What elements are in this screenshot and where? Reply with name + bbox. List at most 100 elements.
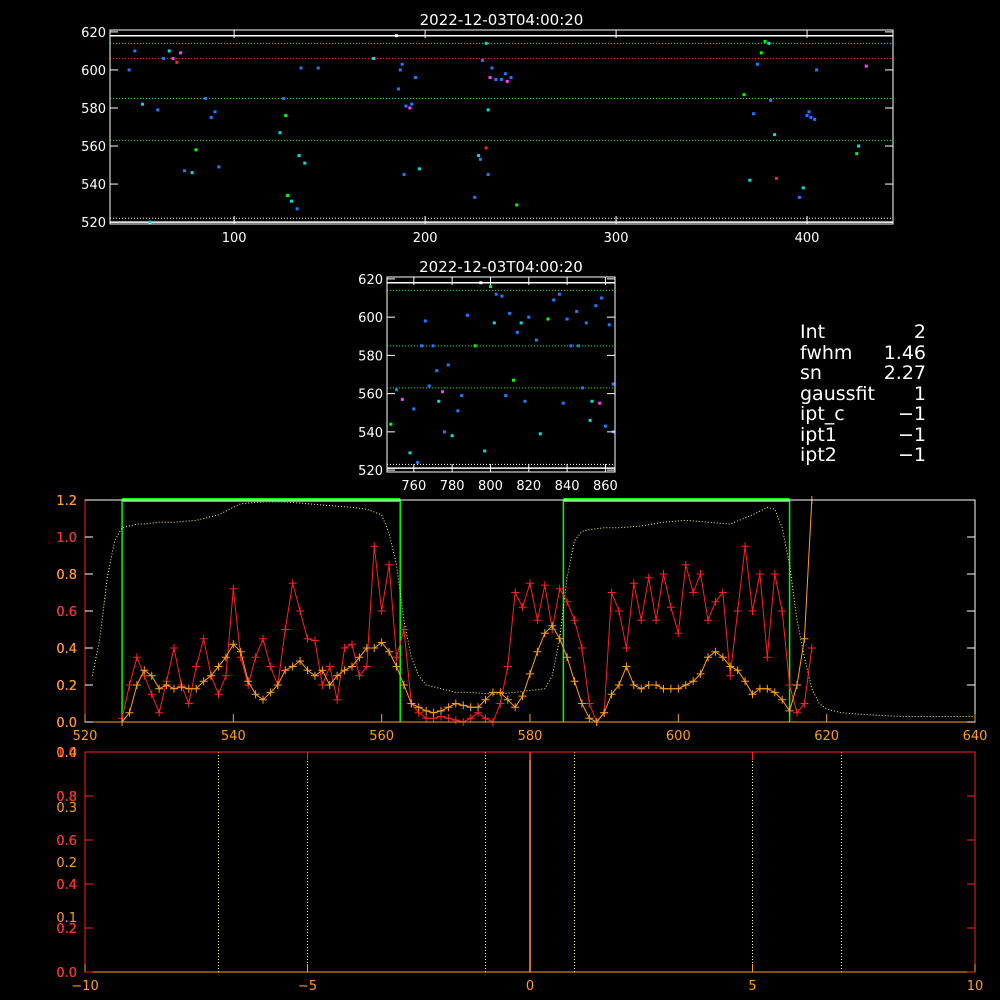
info-row-sn: sn 2.27: [800, 363, 926, 384]
red-series-point: [125, 681, 134, 689]
scatter-point: [864, 64, 868, 68]
orange-series-point: [310, 671, 319, 680]
scatter-point: [414, 76, 418, 80]
x-tick-label: 640: [963, 729, 988, 744]
scatter-point: [213, 110, 217, 114]
orange-series-point: [155, 684, 164, 693]
fit-info-panel: Int 2 fwhm 1.46 sn 2.27 gaussfit 1 ipt_c −1 i…: [800, 322, 926, 466]
orange-series-point: [251, 690, 260, 699]
info-key: ipt_c: [800, 403, 845, 425]
scatter-point: [217, 165, 221, 169]
scatter-point: [442, 430, 446, 434]
red-series-point: [221, 671, 230, 680]
y-tick-label-orange: 0.8: [56, 568, 77, 583]
x-tick-label: 600: [666, 729, 691, 744]
scatter-point: [580, 386, 584, 390]
x-tick-label: 760: [401, 479, 426, 494]
scatter-point: [523, 399, 527, 403]
scatter-point: [515, 203, 519, 207]
scatter-point: [575, 309, 579, 313]
scatter-point: [797, 195, 801, 199]
scatter-point: [607, 323, 611, 327]
scatter-point: [398, 68, 402, 72]
scatter-point: [389, 422, 393, 426]
y-tick-label: 580: [81, 102, 106, 117]
figure-canvas: 100 200 300 4005205405605806006202022-12-03…: [56, 11, 988, 994]
scatter-point: [419, 344, 423, 348]
x-tick-label: 620: [814, 729, 839, 744]
orange-series-point: [666, 684, 675, 693]
x-tick-label: −5: [298, 979, 317, 994]
plot-frame: [84, 499, 976, 723]
x-tick-label: 860: [593, 479, 618, 494]
orange-series-point: [533, 647, 542, 656]
y-tick-label-orange: 0.2: [56, 679, 77, 694]
y-tick-label: 560: [358, 388, 383, 403]
x-tick-label: 560: [369, 729, 394, 744]
orange-series-point: [659, 684, 668, 693]
scatter-point: [175, 60, 179, 64]
orange-series-point: [459, 701, 468, 710]
red-series-point: [340, 644, 349, 652]
red-series-point: [607, 588, 616, 597]
red-series-point: [555, 584, 564, 593]
scatter-point: [299, 66, 303, 70]
scatter-point: [775, 176, 779, 180]
info-row-int: Int 2: [800, 322, 926, 343]
scatter-point: [855, 152, 859, 156]
scatter-point: [552, 298, 556, 302]
chart-title: 2022-12-03T04:00:20: [420, 11, 584, 29]
scatter-point: [584, 321, 588, 325]
red-series-point: [741, 542, 750, 551]
red-series-point: [733, 607, 742, 615]
red-series-point: [748, 607, 757, 615]
scatter-point: [127, 68, 131, 72]
scatter-point: [767, 41, 771, 45]
orange-series-point: [800, 634, 809, 643]
red-series-point: [251, 653, 260, 662]
scatter-point: [508, 311, 512, 315]
info-key: gaussfit: [800, 382, 875, 405]
scatter-point: [395, 388, 399, 392]
orange-series-point: [785, 706, 794, 715]
red-series-point: [422, 714, 431, 723]
orange-series-point: [755, 684, 764, 693]
red-series-point: [577, 644, 586, 652]
scatter-point: [534, 338, 538, 342]
scatter-point: [561, 401, 565, 405]
scatter-point: [295, 207, 299, 211]
orange-series-point: [170, 684, 178, 693]
red-series-point: [199, 634, 208, 643]
info-row-fwhm: fwhm 1.46: [800, 342, 926, 364]
y-tick-label-orange: 0.2: [56, 856, 77, 871]
red-series-point: [348, 640, 356, 649]
x-tick-label: 540: [221, 729, 246, 744]
scatter-point: [742, 93, 746, 97]
scatter-point: [769, 98, 773, 102]
scatter-point: [857, 144, 861, 148]
scatter-point: [527, 315, 531, 319]
x-tick-label: 200: [413, 231, 438, 246]
scatter-point: [194, 148, 198, 152]
scatter-point: [400, 62, 404, 66]
red-series-point: [726, 671, 735, 680]
red-series-point: [444, 714, 453, 723]
scatter-point: [408, 106, 412, 110]
orange-series-point: [652, 681, 661, 689]
y-tick-label-orange: 0.4: [56, 642, 77, 657]
scatter-point: [500, 77, 503, 81]
scatter-point: [484, 41, 488, 45]
scatter-point: [759, 51, 763, 55]
scatter-point: [805, 114, 809, 118]
orange-series-point: [704, 653, 712, 662]
scatter-point: [773, 133, 777, 137]
orange-series-line: [121, 499, 813, 723]
scatter-point: [441, 390, 445, 394]
red-series-point: [184, 699, 193, 708]
scatter-point: [284, 114, 288, 118]
red-series-point: [755, 570, 764, 578]
x-tick-label: 300: [604, 231, 629, 246]
scatter-point: [179, 51, 183, 55]
orange-series-point: [622, 662, 631, 671]
scatter-point: [504, 394, 508, 398]
